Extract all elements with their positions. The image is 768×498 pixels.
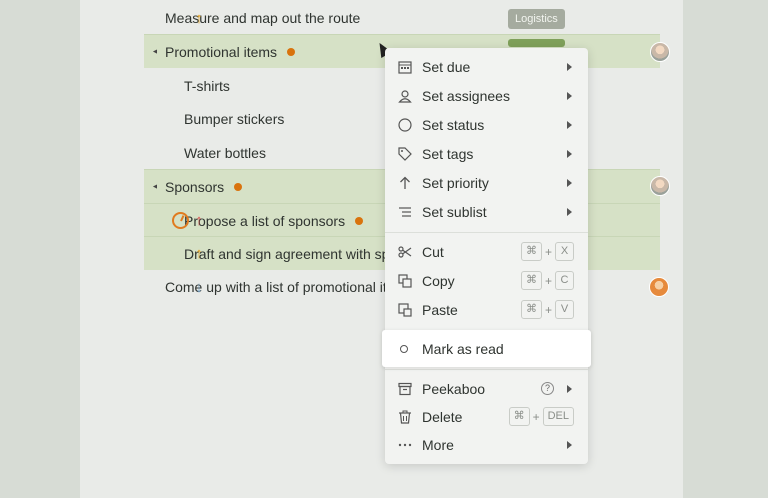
context-menu: Set due Set assignees Set status Set tag… bbox=[385, 48, 588, 464]
menu-item-set-assignees[interactable]: Set assignees bbox=[385, 81, 588, 110]
plus-sign: + bbox=[544, 244, 552, 259]
menu-divider bbox=[385, 232, 588, 233]
priority-low-icon[interactable]: ↓ bbox=[190, 279, 208, 296]
tag-badge[interactable] bbox=[508, 39, 565, 47]
menu-divider bbox=[385, 369, 588, 370]
menu-label: Set priority bbox=[422, 174, 489, 191]
cmd-key: ⌘ bbox=[508, 407, 530, 426]
user-icon bbox=[397, 88, 412, 103]
menu-item-set-priority[interactable]: Set priority bbox=[385, 168, 588, 197]
key-v: V bbox=[555, 300, 574, 319]
menu-label: Set assignees bbox=[422, 87, 510, 104]
priority-high-icon[interactable]: ↑ bbox=[190, 245, 208, 262]
task-title: Promotional items bbox=[165, 43, 278, 60]
chevron-right-icon bbox=[567, 440, 572, 449]
archive-box-icon bbox=[397, 381, 412, 396]
timer-icon[interactable] bbox=[172, 212, 189, 229]
task-row[interactable]: ↑ Measure and map out the route Logistic… bbox=[144, 1, 660, 35]
calendar-icon bbox=[397, 59, 412, 74]
unread-dot bbox=[287, 47, 296, 56]
help-icon[interactable]: ? bbox=[541, 382, 554, 395]
menu-item-set-tags[interactable]: Set tags bbox=[385, 139, 588, 168]
shortcut: ⌘ + V bbox=[520, 300, 574, 319]
copy-icon bbox=[397, 273, 412, 288]
menu-item-set-sublist[interactable]: Set sublist bbox=[385, 197, 588, 226]
menu-label: Delete bbox=[422, 408, 463, 425]
task-title: Come up with a list of promotional ite bbox=[165, 279, 395, 295]
avatar[interactable] bbox=[649, 277, 669, 297]
paste-icon bbox=[397, 302, 412, 317]
menu-label: More bbox=[422, 436, 454, 453]
plus-sign: + bbox=[544, 273, 552, 288]
menu-item-set-due[interactable]: Set due bbox=[385, 52, 588, 81]
chevron-right-icon bbox=[567, 149, 572, 158]
priority-highest-icon[interactable]: ↑ bbox=[190, 212, 208, 229]
task-title: Draft and sign agreement with sp bbox=[184, 245, 390, 262]
task-title: T-shirts bbox=[184, 78, 230, 94]
shortcut: ⌘ + C bbox=[520, 271, 574, 290]
sublist-icon bbox=[397, 204, 412, 219]
scissors-icon bbox=[397, 244, 412, 259]
key-x: X bbox=[555, 242, 574, 261]
key-del: DEL bbox=[542, 407, 574, 426]
chevron-right-icon bbox=[567, 384, 572, 393]
avatar[interactable] bbox=[650, 176, 670, 196]
task-title: Water bottles bbox=[184, 145, 266, 161]
plus-sign: + bbox=[544, 302, 552, 317]
chevron-right-icon bbox=[567, 62, 572, 71]
key-c: C bbox=[555, 271, 574, 290]
priority-high-icon[interactable]: ↑ bbox=[190, 10, 208, 27]
task-list-panel: ↑ Measure and map out the route Logistic… bbox=[80, 0, 683, 498]
tag-icon bbox=[397, 146, 412, 161]
task-title: Measure and map out the route bbox=[165, 10, 361, 26]
status-circle-icon bbox=[397, 117, 412, 132]
task-title: Bumper stickers bbox=[184, 111, 285, 127]
menu-label: Paste bbox=[422, 301, 458, 318]
menu-label: Cut bbox=[422, 243, 444, 260]
trash-icon bbox=[397, 409, 412, 424]
more-dots-icon bbox=[397, 437, 412, 452]
chevron-right-icon bbox=[567, 91, 572, 100]
menu-item-paste[interactable]: Paste ⌘ + V bbox=[385, 295, 588, 324]
chevron-right-icon bbox=[567, 178, 572, 187]
menu-label: Set status bbox=[422, 116, 485, 133]
unread-dot bbox=[355, 216, 364, 225]
unread-dot bbox=[234, 182, 243, 191]
menu-label: Mark as read bbox=[422, 340, 504, 357]
priority-arrow-icon bbox=[397, 175, 412, 190]
collapse-icon[interactable]: ▲ bbox=[152, 48, 159, 55]
cmd-key: ⌘ bbox=[520, 300, 542, 319]
menu-item-set-status[interactable]: Set status bbox=[385, 110, 588, 139]
avatar[interactable] bbox=[650, 42, 670, 62]
read-ring-icon bbox=[400, 344, 408, 353]
menu-label: Copy bbox=[422, 272, 455, 289]
shortcut: ⌘ + X bbox=[520, 242, 574, 261]
chevron-right-icon bbox=[567, 207, 572, 216]
shortcut: ⌘ + DEL bbox=[508, 407, 574, 426]
tag-badge[interactable]: Logistics bbox=[508, 9, 565, 29]
collapse-icon[interactable]: ▲ bbox=[152, 183, 159, 190]
menu-item-cut[interactable]: Cut ⌘ + X bbox=[385, 237, 588, 266]
menu-item-copy[interactable]: Copy ⌘ + C bbox=[385, 266, 588, 295]
menu-item-delete[interactable]: Delete ⌘ + DEL bbox=[385, 402, 588, 431]
cmd-key: ⌘ bbox=[520, 271, 542, 290]
menu-label: Set tags bbox=[422, 145, 474, 162]
menu-item-more[interactable]: More bbox=[385, 430, 588, 459]
menu-item-peekaboo[interactable]: Peekaboo ? bbox=[385, 374, 588, 403]
cmd-key: ⌘ bbox=[520, 242, 542, 261]
menu-item-mark-as-read[interactable]: Mark as read bbox=[382, 330, 591, 367]
menu-label: Set due bbox=[422, 58, 471, 75]
plus-sign: + bbox=[532, 409, 540, 424]
chevron-right-icon bbox=[567, 120, 572, 129]
menu-label: Peekaboo bbox=[422, 380, 486, 397]
menu-label: Set sublist bbox=[422, 203, 487, 220]
